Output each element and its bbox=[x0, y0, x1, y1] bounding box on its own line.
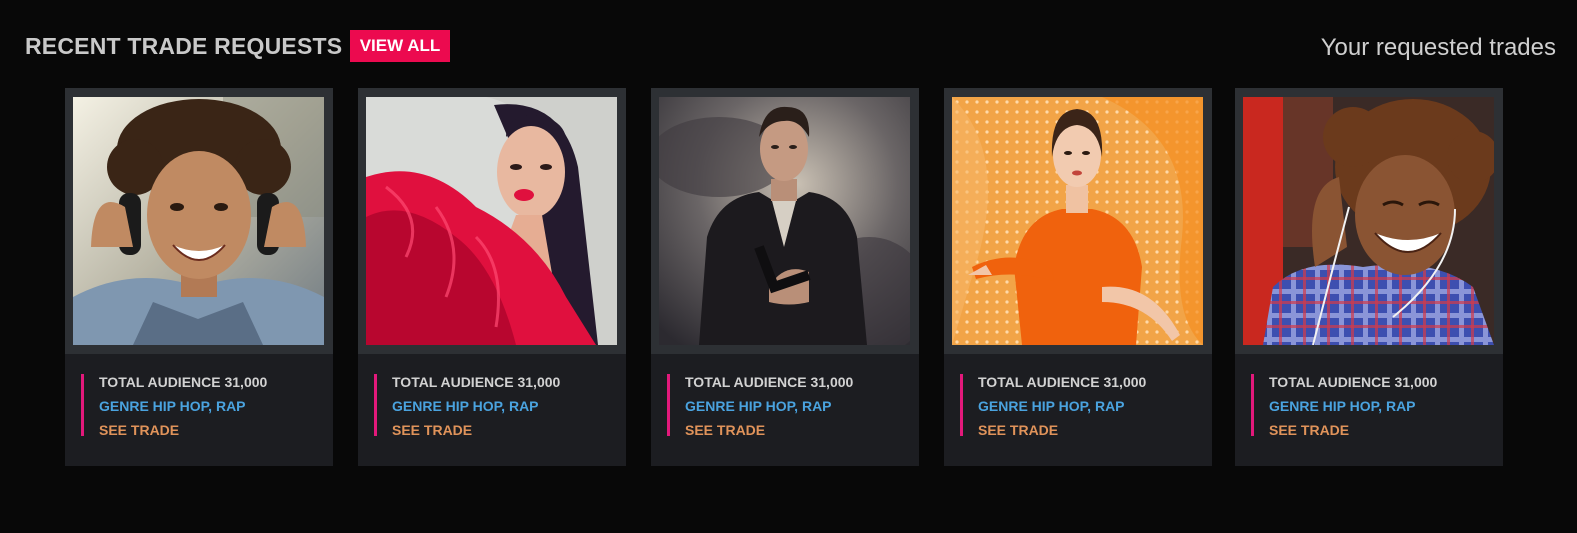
trade-card: TOTAL AUDIENCE 31,000 GENRE HIP HOP, RAP… bbox=[358, 88, 626, 466]
trade-card: TOTAL AUDIENCE 31,000 GENRE HIP HOP, RAP… bbox=[1235, 88, 1503, 466]
card-info: TOTAL AUDIENCE 31,000 GENRE HIP HOP, RAP… bbox=[374, 374, 561, 438]
see-trade-link[interactable]: SEE TRADE bbox=[99, 422, 267, 446]
card-photo-frame bbox=[651, 88, 919, 354]
artist-photo[interactable] bbox=[1243, 97, 1494, 345]
genre: GENRE HIP HOP, RAP bbox=[392, 398, 539, 414]
see-trade-link[interactable]: SEE TRADE bbox=[685, 422, 853, 446]
genre: GENRE HIP HOP, RAP bbox=[685, 398, 832, 414]
trade-card: TOTAL AUDIENCE 31,000 GENRE HIP HOP, RAP… bbox=[944, 88, 1212, 466]
total-audience: TOTAL AUDIENCE 31,000 bbox=[978, 374, 1147, 390]
card-photo-frame bbox=[358, 88, 626, 354]
section-title: RECENT TRADE REQUESTS bbox=[25, 33, 343, 59]
see-trade-link[interactable]: SEE TRADE bbox=[978, 422, 1146, 446]
artist-photo[interactable] bbox=[73, 97, 324, 345]
card-photo-frame bbox=[65, 88, 333, 354]
artist-photo[interactable] bbox=[366, 97, 617, 345]
card-info: TOTAL AUDIENCE 31,000 GENRE HIP HOP, RAP… bbox=[960, 374, 1147, 438]
card-info: TOTAL AUDIENCE 31,000 GENRE HIP HOP, RAP… bbox=[667, 374, 854, 438]
card-photo-frame bbox=[944, 88, 1212, 354]
total-audience: TOTAL AUDIENCE 31,000 bbox=[392, 374, 561, 390]
view-all-button[interactable]: VIEW ALL bbox=[350, 30, 450, 62]
artist-photo[interactable] bbox=[659, 97, 910, 345]
total-audience: TOTAL AUDIENCE 31,000 bbox=[99, 374, 268, 390]
total-audience: TOTAL AUDIENCE 31,000 bbox=[1269, 374, 1438, 390]
card-photo-frame bbox=[1235, 88, 1503, 354]
artist-photo[interactable] bbox=[952, 97, 1203, 345]
card-info: TOTAL AUDIENCE 31,000 GENRE HIP HOP, RAP… bbox=[1251, 374, 1438, 438]
see-trade-link[interactable]: SEE TRADE bbox=[1269, 422, 1437, 446]
trade-card: TOTAL AUDIENCE 31,000 GENRE HIP HOP, RAP… bbox=[65, 88, 333, 466]
trade-card: TOTAL AUDIENCE 31,000 GENRE HIP HOP, RAP… bbox=[651, 88, 919, 466]
genre: GENRE HIP HOP, RAP bbox=[978, 398, 1125, 414]
card-info: TOTAL AUDIENCE 31,000 GENRE HIP HOP, RAP… bbox=[81, 374, 268, 438]
see-trade-link[interactable]: SEE TRADE bbox=[392, 422, 560, 446]
total-audience: TOTAL AUDIENCE 31,000 bbox=[685, 374, 854, 390]
genre: GENRE HIP HOP, RAP bbox=[99, 398, 246, 414]
your-requested-trades-link[interactable]: Your requested trades bbox=[1321, 34, 1556, 62]
genre: GENRE HIP HOP, RAP bbox=[1269, 398, 1416, 414]
